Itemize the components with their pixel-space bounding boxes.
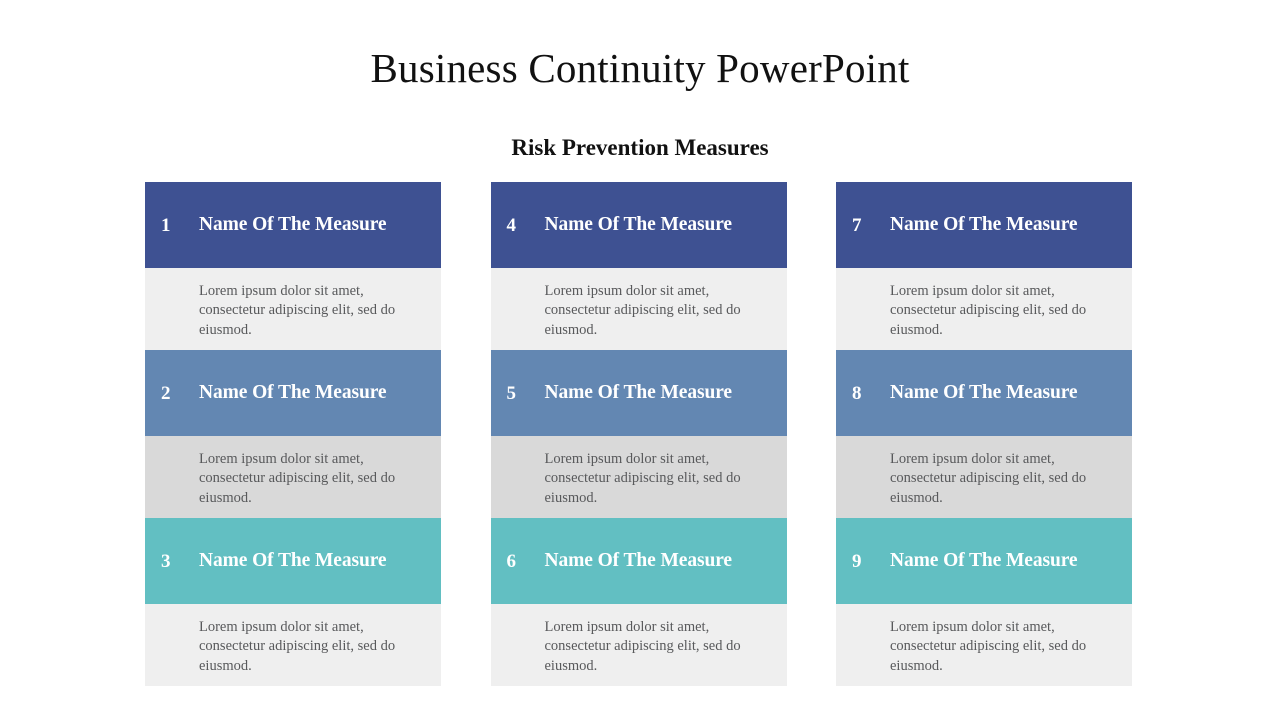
measure-title: Name Of The Measure: [544, 550, 733, 572]
measure-description: Lorem ipsum dolor sit amet, consectetur …: [145, 604, 441, 686]
measure-card-header: 2 Name Of The Measure: [145, 350, 441, 436]
measure-description: Lorem ipsum dolor sit amet, consectetur …: [145, 268, 441, 350]
measures-column-3: 7 Name Of The Measure Lorem ipsum dolor …: [836, 182, 1132, 686]
measure-card[interactable]: 9 Name Of The Measure Lorem ipsum dolor …: [836, 518, 1132, 686]
measure-title: Name Of The Measure: [890, 382, 1078, 404]
measure-card[interactable]: 6 Name Of The Measure Lorem ipsum dolor …: [490, 518, 787, 686]
page-title: Business Continuity PowerPoint: [370, 45, 910, 91]
measure-title: Name Of The Measure: [544, 382, 733, 404]
measure-card[interactable]: 3 Name Of The Measure Lorem ipsum dolor …: [145, 518, 441, 686]
measure-card[interactable]: 8 Name Of The Measure Lorem ipsum dolor …: [836, 350, 1132, 518]
measure-card[interactable]: 5 Name Of The Measure Lorem ipsum dolor …: [490, 350, 787, 518]
measure-number: 4: [506, 214, 517, 236]
measures-column-1: 1 Name Of The Measure Lorem ipsum dolor …: [145, 182, 441, 686]
measure-number: 6: [506, 550, 517, 572]
measure-description: Lorem ipsum dolor sit amet, consectetur …: [145, 436, 441, 518]
measure-card[interactable]: 7 Name Of The Measure Lorem ipsum dolor …: [836, 182, 1132, 350]
measure-card-header: 1 Name Of The Measure: [145, 182, 441, 268]
measure-description: Lorem ipsum dolor sit amet, consectetur …: [490, 436, 787, 518]
measures-column-2: 4 Name Of The Measure Lorem ipsum dolor …: [490, 182, 787, 686]
measure-card-header: 9 Name Of The Measure: [836, 518, 1132, 604]
measure-card[interactable]: 4 Name Of The Measure Lorem ipsum dolor …: [490, 182, 787, 350]
measure-description: Lorem ipsum dolor sit amet, consectetur …: [490, 604, 787, 686]
measure-number: 5: [506, 382, 517, 404]
measure-title: Name Of The Measure: [890, 550, 1078, 572]
measure-description: Lorem ipsum dolor sit amet, consectetur …: [836, 436, 1132, 518]
measure-number: 3: [161, 550, 171, 572]
measure-number: 2: [161, 382, 171, 404]
measure-card[interactable]: 1 Name Of The Measure Lorem ipsum dolor …: [145, 182, 441, 350]
measure-number: 8: [852, 382, 862, 404]
measure-description: Lorem ipsum dolor sit amet, consectetur …: [490, 268, 787, 350]
measure-number: 9: [852, 550, 862, 572]
measure-title: Name Of The Measure: [544, 214, 733, 236]
measure-card-header: 5 Name Of The Measure: [490, 350, 787, 436]
measure-card-header: 6 Name Of The Measure: [490, 518, 787, 604]
measure-card-header: 7 Name Of The Measure: [836, 182, 1132, 268]
measures-grid: 1 Name Of The Measure Lorem ipsum dolor …: [145, 182, 1132, 686]
measure-title: Name Of The Measure: [199, 382, 387, 404]
measure-number: 7: [852, 214, 862, 236]
measure-card[interactable]: 2 Name Of The Measure Lorem ipsum dolor …: [145, 350, 441, 518]
measure-card-header: 4 Name Of The Measure: [490, 182, 787, 268]
measure-number: 1: [161, 214, 171, 236]
measure-description: Lorem ipsum dolor sit amet, consectetur …: [836, 604, 1132, 686]
measure-description: Lorem ipsum dolor sit amet, consectetur …: [836, 268, 1132, 350]
measure-title: Name Of The Measure: [199, 214, 387, 236]
slide-canvas: Business Continuity PowerPoint Risk Prev…: [0, 0, 1280, 720]
slide-subtitle: Risk Prevention Measures: [511, 135, 769, 160]
measure-title: Name Of The Measure: [890, 214, 1078, 236]
measure-card-header: 3 Name Of The Measure: [145, 518, 441, 604]
measure-title: Name Of The Measure: [199, 550, 387, 572]
measure-card-header: 8 Name Of The Measure: [836, 350, 1132, 436]
